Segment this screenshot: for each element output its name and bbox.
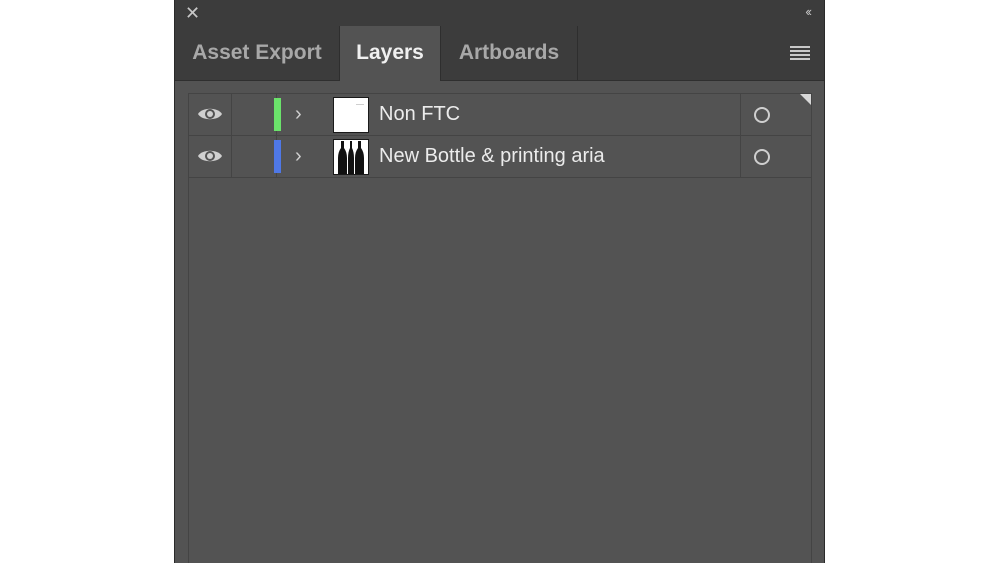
layer-thumbnail bbox=[333, 139, 369, 175]
eye-icon bbox=[198, 150, 222, 162]
target-toggle[interactable] bbox=[740, 94, 812, 135]
layer-color-indicator bbox=[274, 98, 281, 131]
layer-thumbnail bbox=[333, 97, 369, 133]
target-circle-icon bbox=[754, 107, 770, 123]
layer-name[interactable]: Non FTC bbox=[379, 94, 460, 135]
lock-toggle[interactable] bbox=[231, 94, 277, 135]
layers-content: › Non FTC › New Bottle & printing aria bbox=[175, 81, 824, 563]
tab-artboards[interactable]: Artboards bbox=[441, 26, 578, 80]
layers-list: › Non FTC › New Bottle & printing aria bbox=[188, 93, 812, 563]
target-toggle[interactable] bbox=[740, 136, 812, 177]
layer-color-indicator bbox=[274, 140, 281, 173]
tab-layers[interactable]: Layers bbox=[340, 26, 441, 81]
layer-row-new-bottle[interactable]: › New Bottle & printing aria bbox=[189, 136, 811, 178]
target-circle-icon bbox=[754, 149, 770, 165]
collapse-panel-icon[interactable]: ‹‹ bbox=[805, 4, 812, 19]
visibility-toggle[interactable] bbox=[189, 94, 232, 135]
layer-name[interactable]: New Bottle & printing aria bbox=[379, 136, 605, 177]
visibility-toggle[interactable] bbox=[189, 136, 232, 177]
panel-title-bar: ✕ ‹‹ bbox=[175, 0, 824, 26]
hamburger-menu-icon[interactable] bbox=[790, 46, 810, 60]
eye-icon bbox=[198, 108, 222, 120]
chevron-right-icon[interactable]: › bbox=[295, 100, 311, 128]
lock-toggle[interactable] bbox=[231, 136, 277, 177]
layer-row-non-ftc[interactable]: › Non FTC bbox=[189, 94, 811, 136]
tab-asset-export[interactable]: Asset Export bbox=[175, 26, 340, 80]
tab-bar: Asset Export Layers Artboards bbox=[175, 26, 824, 81]
chevron-right-icon[interactable]: › bbox=[295, 142, 311, 170]
close-icon[interactable]: ✕ bbox=[185, 3, 200, 23]
layers-panel: ✕ ‹‹ Asset Export Layers Artboards › Non… bbox=[174, 0, 825, 563]
